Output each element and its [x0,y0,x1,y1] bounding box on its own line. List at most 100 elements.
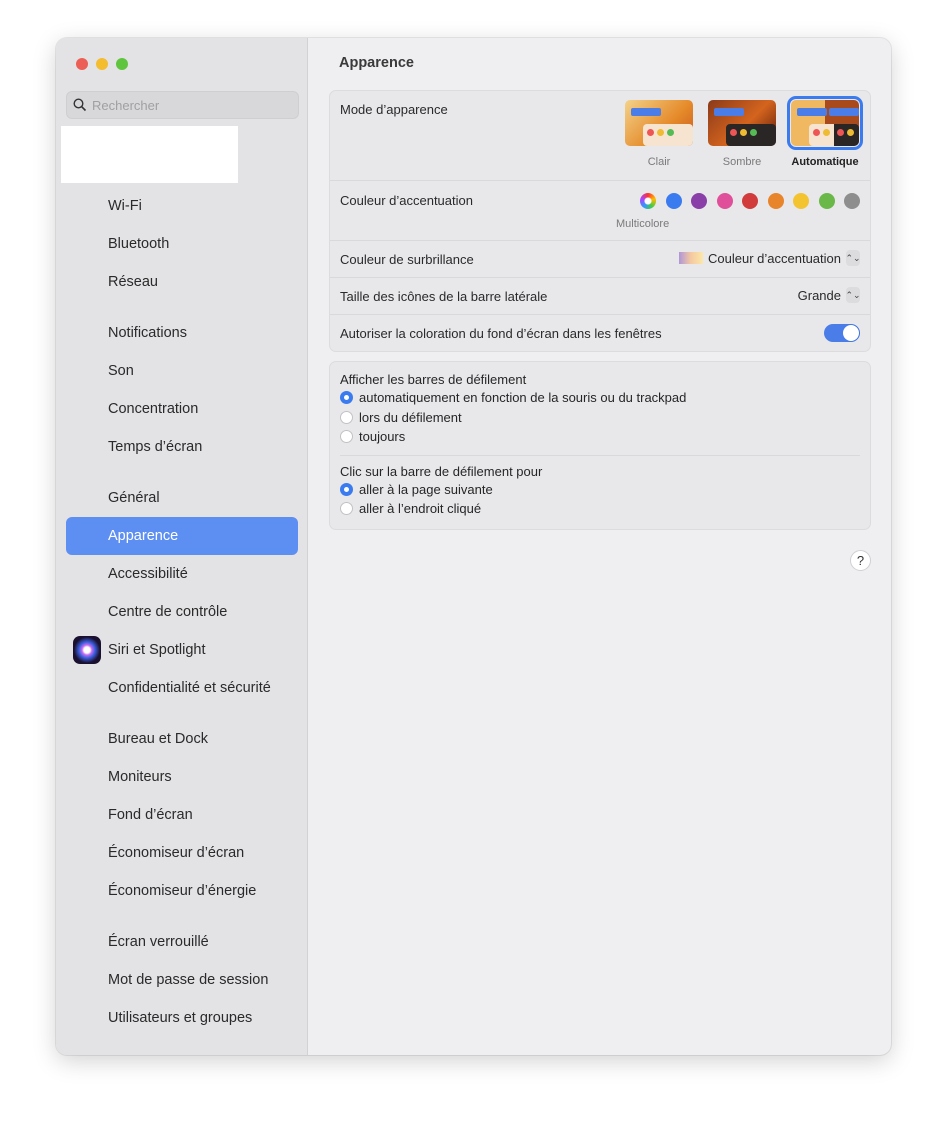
sidebar-item[interactable]: Réseau [66,263,298,301]
sidebar-item[interactable]: Général [66,479,298,517]
settings-window: Wi-Fi Bluetooth Réseau Notifications Son Conc… [56,38,891,1055]
accent-color-label: Couleur d’accentuation [340,193,473,208]
scrollbars-label: Afficher les barres de défilement [340,372,527,387]
sidebar-item[interactable]: Écran verrouillé [66,923,298,961]
radio-button[interactable] [340,391,353,405]
sidebar-item-label: Accessibilité [108,566,188,582]
sidebar-item-label: Utilisateurs et groupes [108,1010,253,1026]
scrollbar-panel: Afficher les barres de défilement automa… [329,361,871,530]
radio-button[interactable] [340,410,353,424]
sidebar-item[interactable]: Moniteurs [66,758,298,796]
sidebar-item[interactable]: Wi-Fi [66,187,298,225]
radio-option[interactable]: toujours [340,427,860,447]
highlight-color-row: Couleur de surbrillance Couleur d’accent… [330,241,870,278]
appearance-mode-label: Mode d’apparence [340,102,448,117]
search-input[interactable] [92,97,282,113]
accent-color-swatch[interactable] [844,193,860,209]
sidebar-item[interactable]: Économiseur d’énergie [66,872,298,910]
stepper-icon: ⌃⌄ [845,250,861,266]
radio-button[interactable] [340,430,353,444]
sidebar-item-label: Mot de passe de session [108,972,269,988]
accent-color-swatch[interactable] [716,193,733,209]
accent-color-swatch[interactable] [640,193,656,209]
radio-option[interactable]: automatiquement en fonction de la souris… [340,388,860,408]
accent-color-swatch[interactable] [818,193,835,209]
radio-label: automatiquement en fonction de la souris… [359,390,687,406]
color-swatch [679,252,704,264]
radio-button[interactable] [340,502,353,516]
sidebar-item[interactable]: Centre de contrôle [66,593,298,631]
sidebar-item[interactable]: Fond d’écran [66,796,298,834]
radio-label: toujours [359,429,406,445]
sidebar-item-label: Moniteurs [108,769,172,785]
sidebar-item-label: Temps d’écran [108,439,203,455]
sidebar-item[interactable]: Siri et Spotlight [66,631,298,669]
sidebar-item[interactable]: Apparence [66,517,298,555]
sidebar-list: Wi-Fi Bluetooth Réseau Notifications Son Conc… [66,187,298,1037]
search-icon [73,98,87,112]
click-label: Clic sur la barre de défilement pour [340,463,543,479]
accent-color-swatch[interactable] [767,193,784,209]
sidebar-item[interactable]: Son [66,352,298,390]
sidebar-item[interactable]: Confidentialité et sécurité [66,669,298,707]
appearance-panel: Mode d’apparence Clair Sombre Automatiqu… [329,90,871,352]
sidebar-item-label: Confidentialité et sécurité [108,680,271,696]
sidebar-item-label: Général [108,490,160,506]
radio-label: lors du défilement [359,409,462,425]
page-title: Apparence [339,55,414,71]
sidebar-item[interactable]: Bureau et Dock [66,720,298,758]
sidebar-item[interactable]: Bluetooth [66,225,298,263]
sidebar-item-label: Réseau [108,274,158,290]
sidebar-item-label: Concentration [108,401,199,417]
sidebar-item[interactable]: Notifications [66,314,298,352]
sidebar-item-label: Fond d’écran [108,807,193,823]
sidebar-item[interactable]: Accessibilité [66,555,298,593]
help-button[interactable]: ? [850,550,871,571]
accent-color-swatch[interactable] [691,193,707,209]
accent-color-row: Couleur d’accentuation Multicolore [330,181,870,241]
sidebar-item-label: Son [108,363,134,379]
radio-option[interactable]: aller à la page suivante [340,480,860,500]
sidebar-item[interactable]: Temps d’écran [66,428,298,466]
sidebar-icon-size-label: Taille des icônes de la barre latérale [340,289,548,304]
wallpaper-tint-row: Autoriser la coloration du fond d’écran … [330,315,870,351]
sidebar-item-label: Wi-Fi [108,198,142,214]
wallpaper-tint-toggle[interactable] [824,324,860,342]
sidebar-item[interactable]: Économiseur d’écran [66,834,298,872]
radio-option[interactable]: aller à l’endroit cliqué [340,499,860,519]
accent-selected-label: Multicolore [616,218,670,230]
appearance-light[interactable]: Clair [624,100,694,168]
radio-button[interactable] [340,482,353,496]
account-placeholder[interactable] [61,126,238,183]
sidebar-icon-size-popup[interactable]: Grande ⌃⌄ [798,287,861,303]
sidebar-item-label: Notifications [108,325,187,341]
accent-color-swatch[interactable] [742,193,758,209]
sidebar-item[interactable]: Mot de passe de session [66,961,298,999]
sidebar-item-label: Écran verrouillé [108,934,209,950]
sidebar-item-label: Siri et Spotlight [108,642,206,658]
close-button[interactable] [76,58,88,70]
highlight-color-popup[interactable]: Couleur d’accentuation ⌃⌄ [679,250,861,266]
sidebar-item-label: Bureau et Dock [108,731,208,747]
zoom-button[interactable] [116,58,128,70]
sidebar: Wi-Fi Bluetooth Réseau Notifications Son Conc… [56,38,308,1055]
siri-icon [73,636,101,664]
appearance-auto[interactable]: Automatique [787,96,863,168]
search-field[interactable] [66,91,299,119]
accent-color-swatch[interactable] [665,193,682,209]
radio-option[interactable]: lors du défilement [340,408,860,428]
highlight-color-label: Couleur de surbrillance [340,252,474,267]
sidebar-item-label: Économiseur d’énergie [108,883,257,899]
sidebar-item-label: Apparence [108,528,179,544]
appearance-mode-row: Mode d’apparence Clair Sombre Automatiqu… [330,91,870,181]
sidebar-item[interactable]: Utilisateurs et groupes [66,999,298,1037]
wallpaper-tint-label: Autoriser la coloration du fond d’écran … [340,326,662,341]
minimize-button[interactable] [96,58,108,70]
appearance-dark[interactable]: Sombre [707,100,777,168]
accent-color-swatch[interactable] [793,193,809,209]
sidebar-icon-size-row: Taille des icônes de la barre latérale G… [330,278,870,315]
sidebar-item-label: Économiseur d’écran [108,845,245,861]
radio-label: aller à l’endroit cliqué [359,501,482,517]
sidebar-item[interactable]: Concentration [66,390,298,428]
stepper-icon: ⌃⌄ [845,287,861,303]
